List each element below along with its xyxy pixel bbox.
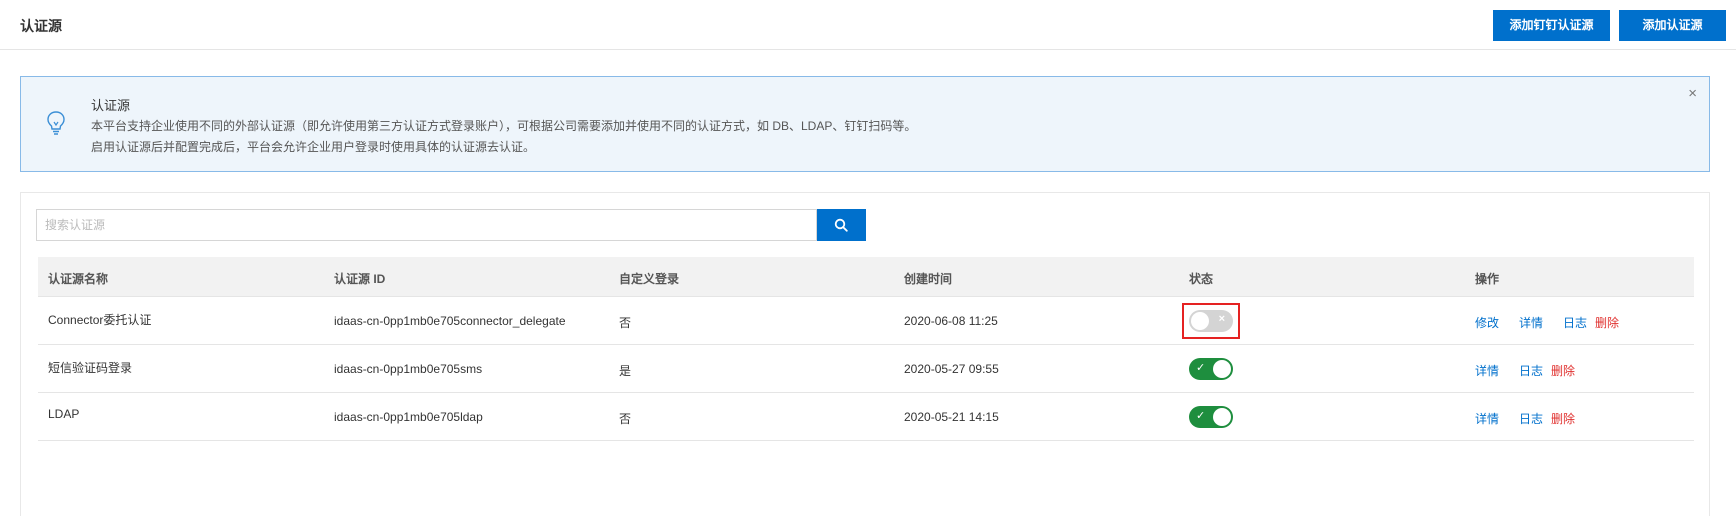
column-header-name: 认证源名称 xyxy=(48,272,109,286)
details-link[interactable]: 详情 xyxy=(1519,316,1543,330)
source-name: LDAP xyxy=(48,407,80,421)
custom-login-value: 是 xyxy=(619,364,632,378)
column-header-created: 创建时间 xyxy=(904,272,953,286)
log-link[interactable]: 日志 xyxy=(1519,412,1543,426)
custom-login-value: 否 xyxy=(619,316,632,330)
column-header-actions: 操作 xyxy=(1475,272,1500,286)
row-actions: 详情 日志 删除 xyxy=(1475,410,1575,427)
table-row: 短信验证码登录 idaas-cn-0pp1mb0e705sms 是 2020-0… xyxy=(38,345,1694,393)
custom-login-value: 否 xyxy=(619,412,632,426)
status-toggle[interactable]: ✓ xyxy=(1189,358,1233,380)
add-dingtalk-source-button[interactable]: 添加钉钉认证源 xyxy=(1493,10,1610,41)
info-notice: 认证源 本平台支持企业使用不同的外部认证源（即允许使用第三方认证方式登录账户），… xyxy=(20,76,1710,172)
delete-link[interactable]: 删除 xyxy=(1551,364,1575,378)
auth-source-table: 认证源名称 认证源 ID 自定义登录 创建时间 状态 操作 Connector委… xyxy=(38,257,1694,441)
source-id: idaas-cn-0pp1mb0e705connector_delegate xyxy=(334,314,566,328)
source-id: idaas-cn-0pp1mb0e705ldap xyxy=(334,410,483,424)
search-input[interactable] xyxy=(37,210,816,240)
search-icon xyxy=(834,218,848,232)
notice-text-line2: 启用认证源后并配置完成后，平台会允许企业用户登录时使用具体的认证源去认证。 xyxy=(91,140,536,154)
details-link[interactable]: 详情 xyxy=(1475,412,1499,426)
row-actions: 详情 日志 删除 xyxy=(1475,362,1575,379)
column-header-id: 认证源 ID xyxy=(334,272,386,286)
table-row: Connector委托认证 idaas-cn-0pp1mb0e705connec… xyxy=(38,297,1694,345)
source-name: Connector委托认证 xyxy=(48,313,152,327)
created-time: 2020-06-08 11:25 xyxy=(904,314,998,328)
search-field[interactable] xyxy=(36,209,817,241)
check-icon: ✓ xyxy=(1196,410,1206,422)
search-button[interactable] xyxy=(817,209,866,241)
created-time: 2020-05-27 09:55 xyxy=(904,362,999,376)
delete-link[interactable]: 删除 xyxy=(1551,412,1575,426)
close-icon[interactable]: × xyxy=(1688,85,1697,102)
table-row: LDAP idaas-cn-0pp1mb0e705ldap 否 2020-05-… xyxy=(38,393,1694,441)
column-header-custom-login: 自定义登录 xyxy=(619,272,680,286)
column-header-status: 状态 xyxy=(1189,272,1214,286)
toggle-knob xyxy=(1213,360,1231,378)
details-link[interactable]: 详情 xyxy=(1475,364,1499,378)
source-id: idaas-cn-0pp1mb0e705sms xyxy=(334,362,483,376)
notice-text-line1: 本平台支持企业使用不同的外部认证源（即允许使用第三方认证方式登录账户），可根据公… xyxy=(91,119,917,133)
table-header: 认证源名称 认证源 ID 自定义登录 创建时间 状态 操作 xyxy=(38,257,1694,297)
highlight-box xyxy=(1182,303,1240,339)
edit-link[interactable]: 修改 xyxy=(1475,316,1499,330)
notice-title: 认证源 xyxy=(91,98,131,113)
created-time: 2020-05-21 14:15 xyxy=(904,410,999,424)
page-header: 认证源 添加钉钉认证源 添加认证源 xyxy=(0,0,1736,50)
delete-link[interactable]: 删除 xyxy=(1595,316,1619,330)
page-title: 认证源 xyxy=(20,18,62,34)
check-icon: ✓ xyxy=(1196,362,1206,374)
add-source-button[interactable]: 添加认证源 xyxy=(1619,10,1726,41)
log-link[interactable]: 日志 xyxy=(1519,364,1543,378)
log-link[interactable]: 日志 xyxy=(1563,316,1587,330)
status-toggle[interactable]: ✓ xyxy=(1189,406,1233,428)
lightbulb-icon xyxy=(47,111,65,135)
source-name: 短信验证码登录 xyxy=(48,361,133,375)
toggle-knob xyxy=(1213,408,1231,426)
row-actions: 修改 详情 日志 删除 xyxy=(1475,314,1619,331)
